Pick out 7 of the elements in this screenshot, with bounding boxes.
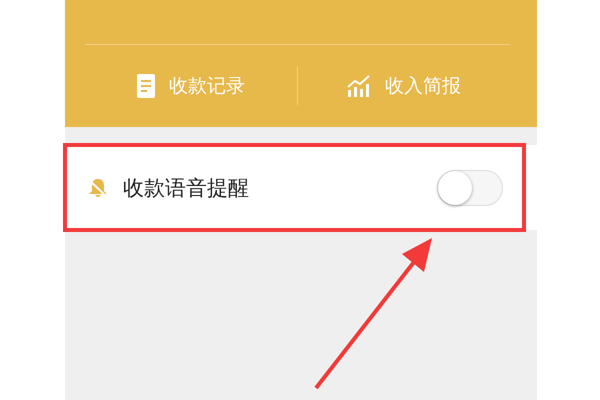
muted-bell-icon: [87, 176, 109, 198]
document-icon: [137, 74, 155, 98]
toggle-switch[interactable]: [437, 170, 503, 206]
bar-chart-icon: [347, 75, 371, 97]
header-action-button[interactable]: 收款记录: [85, 69, 297, 103]
header-action-button[interactable]: 收入简报: [298, 69, 510, 103]
setting-label: 收款语音提醒: [123, 174, 250, 202]
